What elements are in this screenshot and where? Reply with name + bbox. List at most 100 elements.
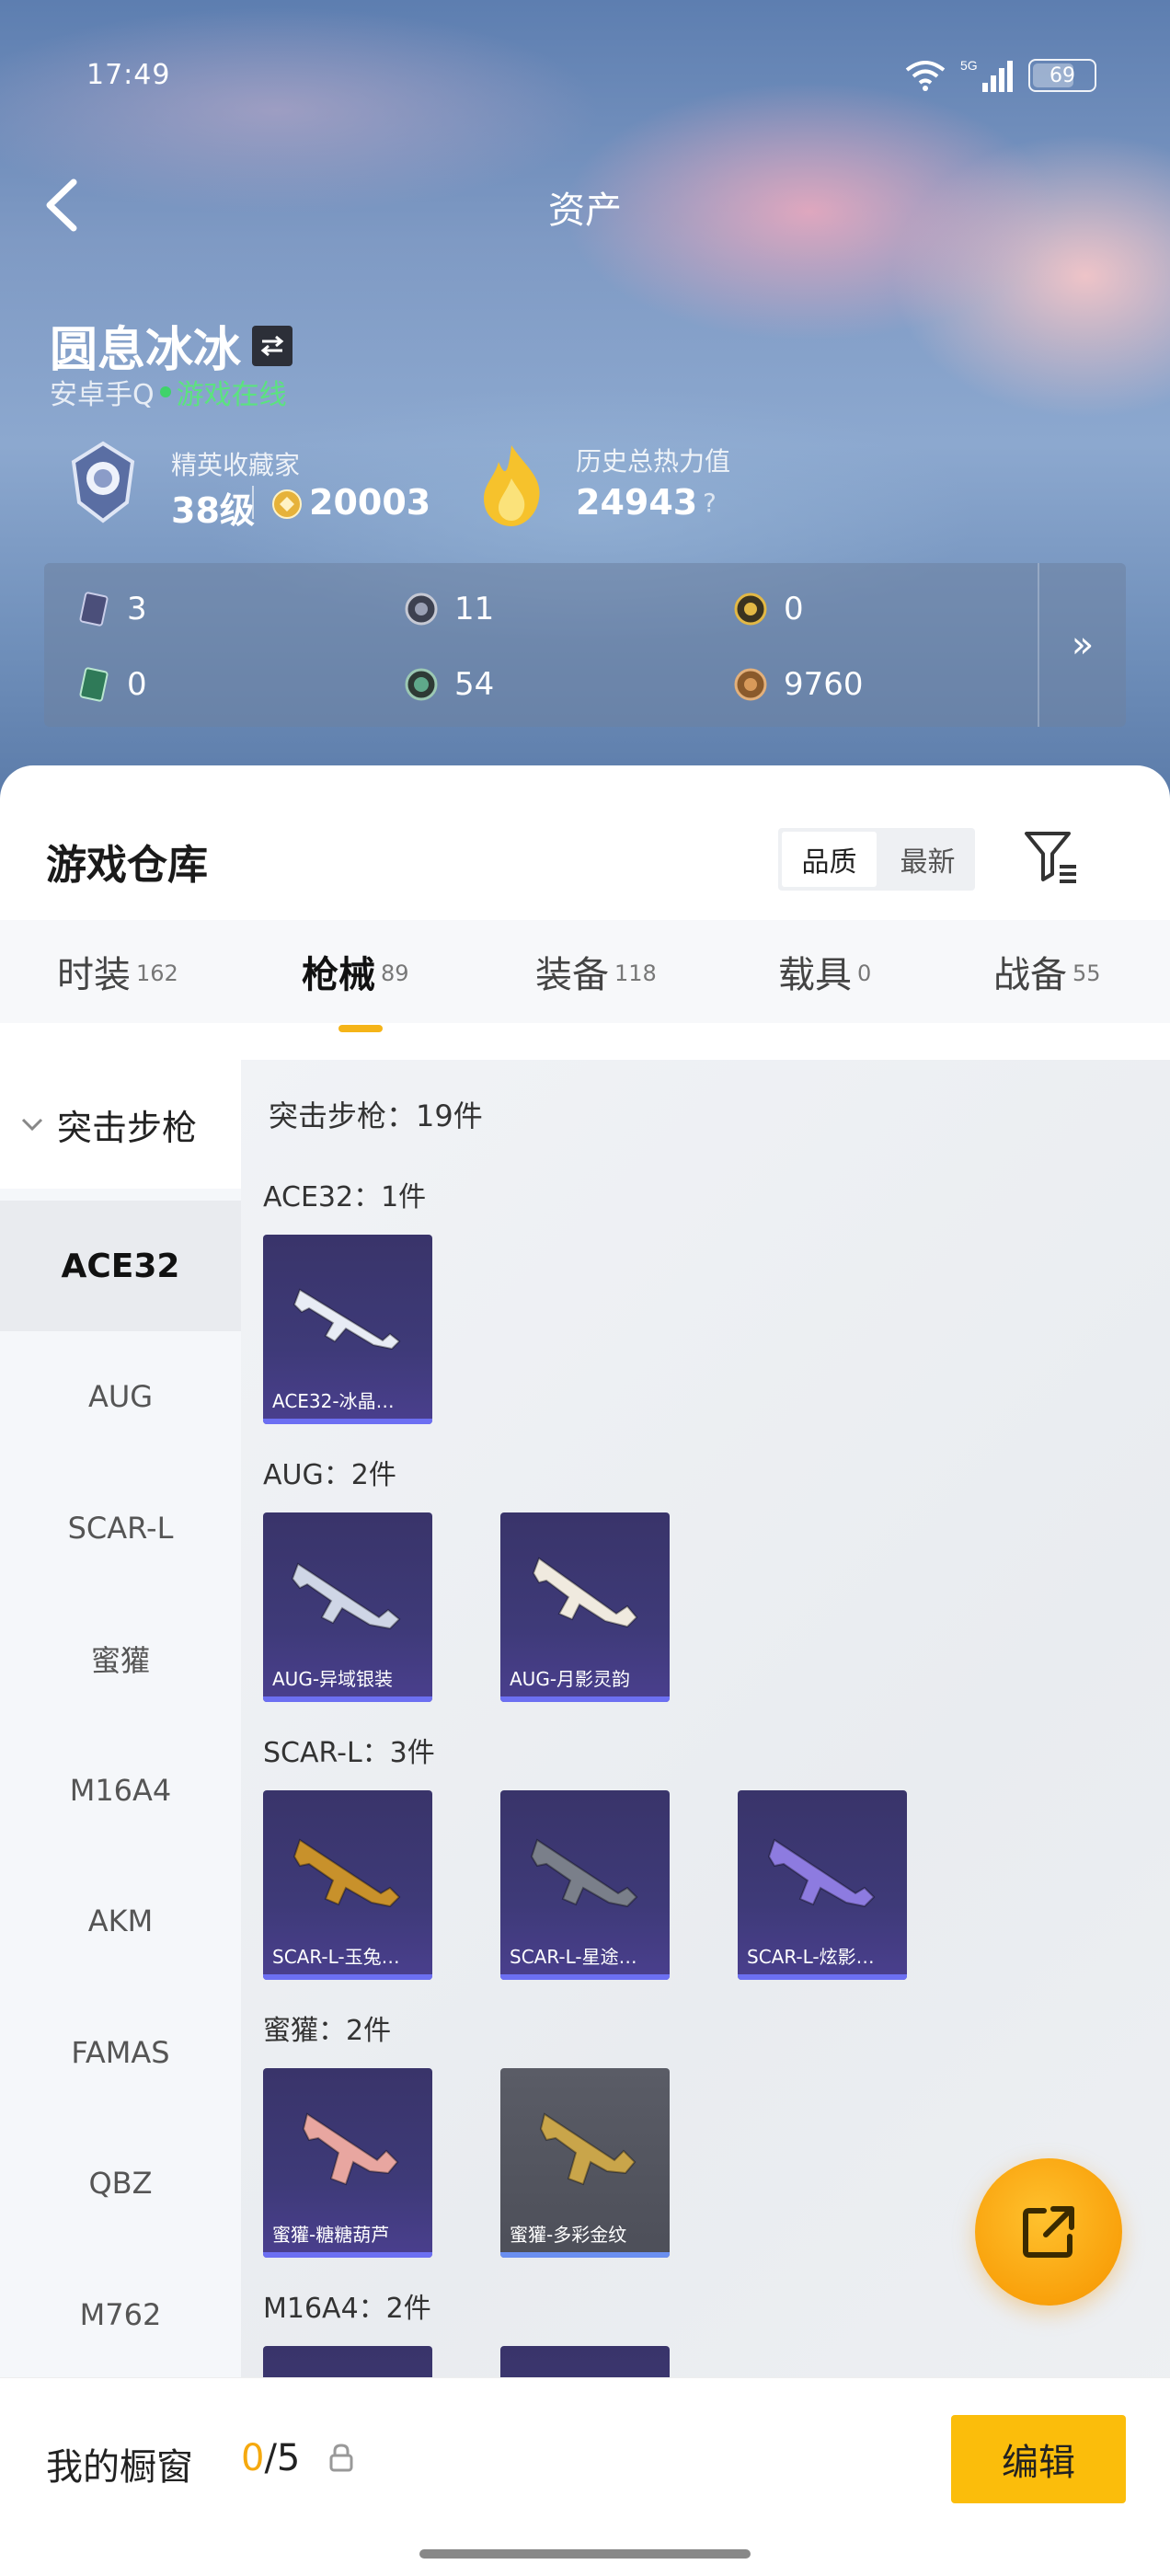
player-platform: 安卓手Q [50,379,155,411]
battery-icon: 69 [1028,59,1096,92]
page-title: 资产 [548,190,622,232]
showcase-current: 0 [241,2437,265,2479]
item-card[interactable]: ACE32-冰晶… [263,1235,432,1424]
tab-count: 0 [857,960,872,986]
sort-quality-button[interactable]: 品质 [782,832,877,887]
collector-level: 38级 [171,490,255,531]
sidebar-item-m762[interactable]: M762 [0,2249,241,2380]
showcase-count: 0/5 [241,2437,300,2479]
item-card[interactable]: 蜜獾-糖糖葫芦 [263,2068,432,2258]
resource-value: 0 [127,666,147,703]
battery-text: 69 [1050,63,1075,87]
item-card[interactable]: AUG-异域银装 [263,1512,432,1702]
rifle-icon [302,2112,399,2186]
tab-count: 89 [381,960,409,986]
collector-badge-icon[interactable] [59,438,147,526]
resource-value: 9760 [784,666,864,703]
sidebar-item-aug[interactable]: AUG [0,1331,241,1462]
signal-icon: 5G [960,58,1013,92]
item-name: 蜜獾-多彩金纹 [510,2224,627,2246]
rarity-bar [263,1419,432,1424]
warehouse-title: 游戏仓库 [46,842,208,889]
switch-account-icon[interactable] [252,325,293,366]
power-value: 24943 [576,482,698,523]
rarity-bar [738,1974,907,1980]
sidebar-item-m16a4[interactable]: M16A4 [0,1725,241,1856]
status-bar: 17:49 5G 69 [0,53,1170,99]
tab-count: 162 [136,960,178,986]
sidebar-item-famas[interactable]: FAMAS [0,1987,241,2118]
home-indicator [419,2549,751,2559]
item-name: AUG-异域银装 [272,1668,394,1690]
resource-item[interactable]: 0 [75,666,147,703]
collector-coin-icon [272,489,302,519]
resource-panel: 3 11 0 0 54 9760 » [44,563,1126,727]
tab-label: 时装 [57,954,131,996]
resource-value: 0 [784,591,804,627]
item-card[interactable]: AUG-月影灵韵 [500,1512,670,1702]
rifle-icon [291,1562,401,1630]
resource-item[interactable]: 3 [75,591,147,627]
sidebar-item-ace32[interactable]: ACE32 [0,1201,241,1331]
sidebar-item-honey-badger[interactable]: 蜜獾 [0,1593,241,1724]
rarity-bar [500,2252,670,2258]
edit-button[interactable]: 编辑 [951,2415,1126,2503]
resource-value: 54 [454,666,495,703]
ticket-icon [79,592,109,627]
status-time: 17:49 [86,59,171,91]
level-divider [252,486,254,519]
sidebar-group-assault-rifles[interactable]: 突击步枪 [0,1060,241,1189]
rarity-bar [500,1974,670,1980]
rifle-icon [292,1288,401,1351]
category-summary: 突击步枪：19件 [269,1098,483,1133]
item-card[interactable]: SCAR-L-星途… [500,1790,670,1980]
warehouse-sheet: 游戏仓库 品质 最新 时装 162 枪械 89 装备 118 载具 0 战备 5… [0,765,1170,2576]
flame-icon [484,445,540,526]
lock-icon [329,2444,353,2472]
group-label: SCAR-L：3件 [263,1737,435,1769]
group-label: ACE32：1件 [263,1181,427,1213]
tab-weapons[interactable]: 枪械 89 [302,920,409,1023]
rarity-bar [263,2252,432,2258]
rarity-bar [500,1696,670,1702]
tab-gear[interactable]: 战备 55 [993,920,1101,1023]
resource-item[interactable]: 54 [403,666,494,703]
showcase-total: /5 [264,2437,301,2479]
tab-label: 装备 [535,954,609,996]
online-dot [159,386,171,397]
bronze-coin-icon [734,668,767,701]
tab-vehicles[interactable]: 载具 0 [778,920,871,1023]
sidebar-item-scar-l[interactable]: SCAR-L [0,1463,241,1593]
item-card[interactable]: SCAR-L-玉兔… [263,1790,432,1980]
item-card[interactable]: SCAR-L-炫影… [738,1790,907,1980]
resource-item[interactable]: 11 [403,591,494,627]
chevron-down-icon [21,1118,43,1132]
rarity-bar [263,1696,432,1702]
sidebar-item-qbz[interactable]: QBZ [0,2118,241,2248]
showcase-bar: 我的橱窗 0/5 编辑 [0,2377,1170,2576]
power-title: 历史总热力值 [576,446,731,477]
sort-newest-button[interactable]: 最新 [880,828,975,891]
tab-label: 载具 [778,954,852,996]
rifle-icon [539,2112,637,2186]
group-label: AUG：2件 [263,1459,396,1491]
sidebar-item-akm[interactable]: AKM [0,1856,241,1986]
rifle-icon [767,1838,876,1908]
weapon-type-sidebar: 突击步枪 ACE32 AUG SCAR-L 蜜獾 M16A4 AKM FAMAS… [0,1060,241,2486]
tab-fashion[interactable]: 时装 162 [57,920,178,1023]
category-tabs: 时装 162 枪械 89 装备 118 载具 0 战备 55 [0,920,1170,1023]
item-name: SCAR-L-炫影… [747,1946,875,1968]
card-icon [79,667,109,702]
rifle-icon [292,1838,401,1908]
item-card[interactable]: 蜜獾-多彩金纹 [500,2068,670,2258]
resource-item[interactable]: 0 [732,591,804,627]
resource-item[interactable]: 9760 [732,666,864,703]
share-icon [1023,2206,1074,2258]
tab-equipment[interactable]: 装备 118 [535,920,657,1023]
filter-icon[interactable] [1021,826,1082,887]
expand-resources-button[interactable]: » [1039,563,1126,727]
rifle-icon [530,1838,638,1908]
help-icon[interactable]: ? [703,488,717,518]
item-name: SCAR-L-星途… [510,1946,637,1968]
share-button[interactable] [975,2158,1122,2306]
